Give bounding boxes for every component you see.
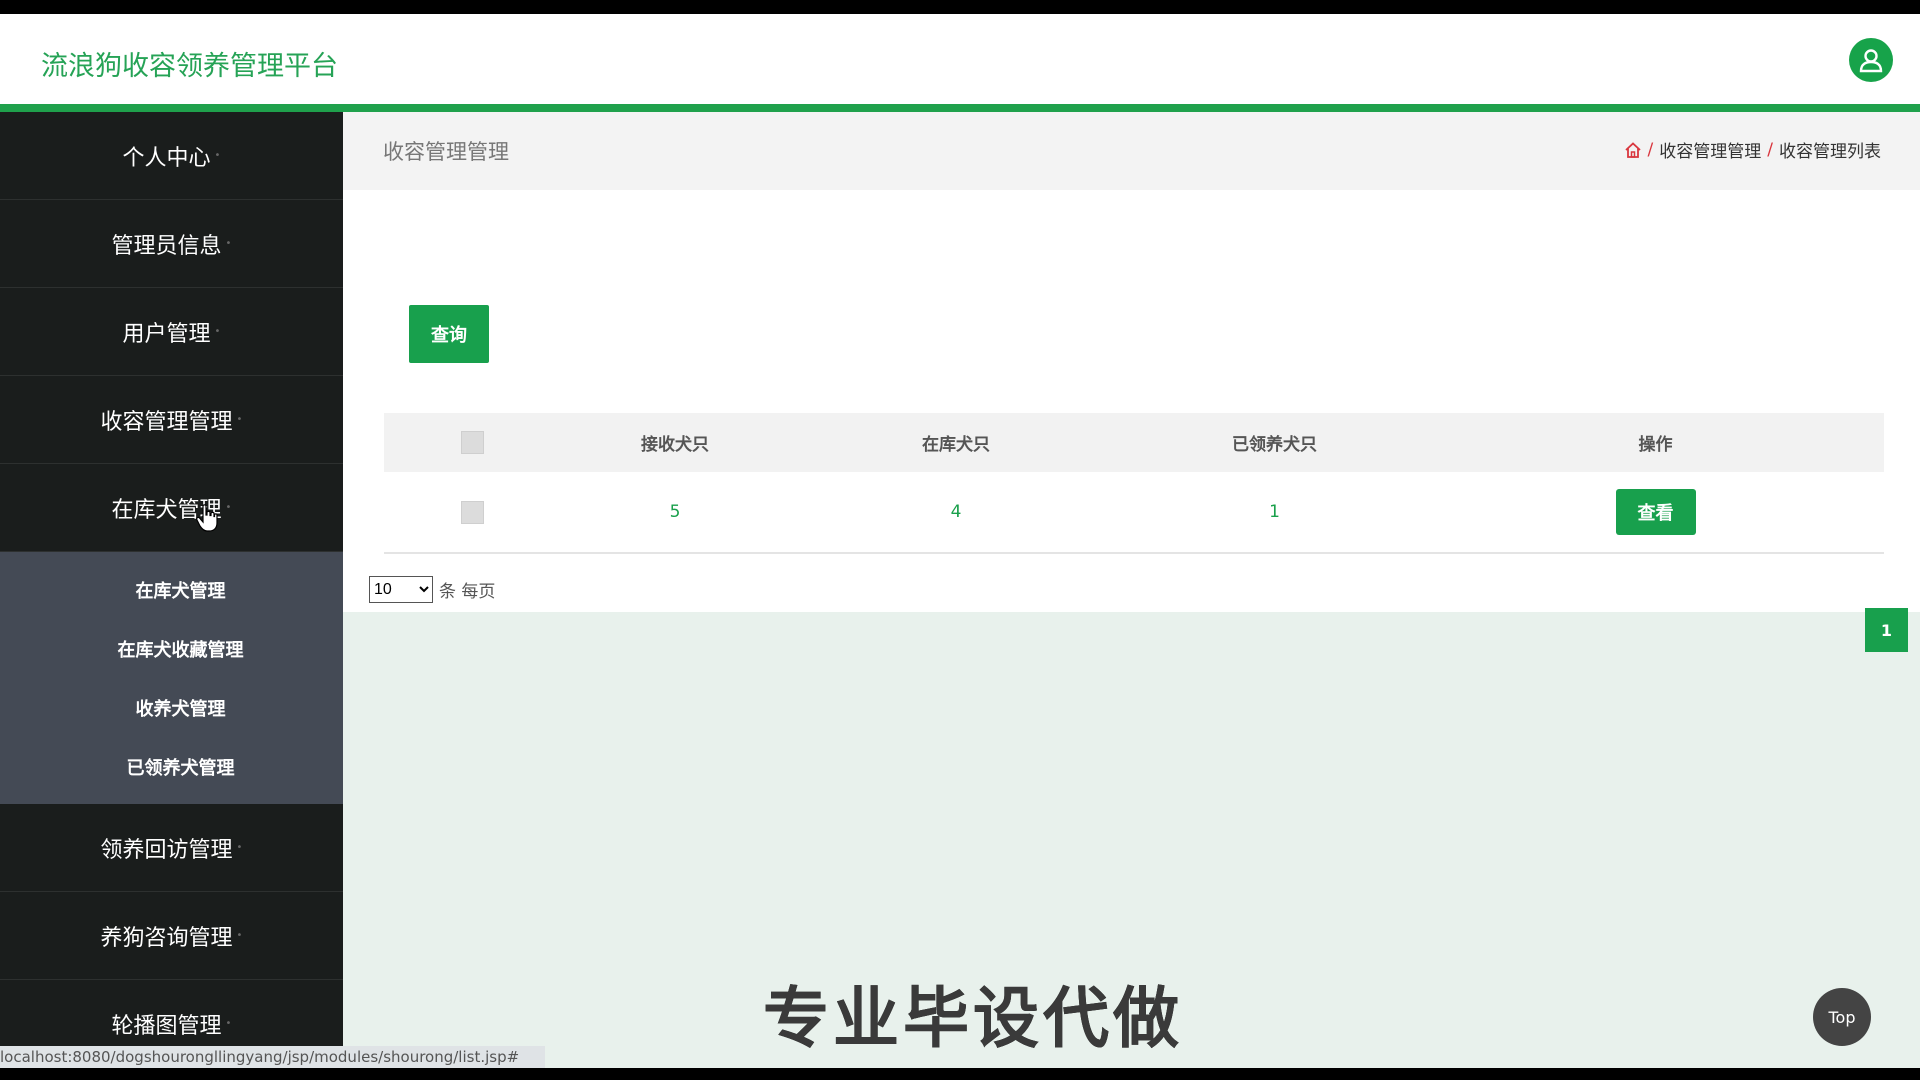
dot-marker: • [225, 502, 232, 513]
user-avatar-button[interactable] [1849, 38, 1893, 82]
page-header: 收容管理管理 / 收容管理管理 / 收容管理列表 [343, 112, 1920, 190]
home-icon[interactable] [1624, 141, 1642, 159]
sidebar-item-label: 收容管理管理 [100, 409, 233, 435]
dot-marker: • [236, 842, 243, 853]
submenu-item-in-stock-dogs[interactable]: 在库犬管理 [0, 560, 343, 619]
breadcrumb-item: 收容管理列表 [1779, 142, 1881, 162]
submenu-item-fostered-dogs[interactable]: 收养犬管理 [0, 678, 343, 737]
page-title: 收容管理管理 [383, 140, 509, 164]
column-header: 接收犬只 [641, 435, 709, 455]
user-icon [1859, 49, 1883, 73]
submenu-item-favorites[interactable]: 在库犬收藏管理 [0, 619, 343, 678]
submenu-item-adopted-dogs[interactable]: 已领养犬管理 [0, 737, 343, 796]
sidebar-item-label: 领养回访管理 [100, 837, 233, 863]
app-title: 流浪狗收容领养管理平台 [41, 51, 338, 82]
dot-marker: • [225, 1018, 232, 1029]
page-size-control: 10 条 每页 [369, 576, 495, 603]
sidebar-item-user-management[interactable]: 用户管理 • [0, 288, 343, 376]
page-size-label: 条 每页 [439, 582, 496, 602]
pagination-page-1[interactable]: 1 [1865, 608, 1908, 652]
row-checkbox-cell [384, 500, 560, 524]
dot-marker: • [225, 238, 232, 249]
main-area: 收容管理管理 / 收容管理管理 / 收容管理列表 查询 接收犬只 在库犬只 已领… [343, 112, 1920, 1068]
browser-status-url: localhost:8080/dogshourongllingyang/jsp/… [0, 1046, 545, 1068]
in-stock-count: 4 [950, 502, 962, 522]
screen-bottom-band [0, 1068, 1920, 1080]
hand-cursor-icon [196, 504, 218, 532]
breadcrumb: / 收容管理管理 / 收容管理列表 [1624, 137, 1881, 162]
sidebar-item-admin-info[interactable]: 管理员信息 • [0, 200, 343, 288]
query-button[interactable]: 查询 [409, 305, 489, 363]
sidebar-item-shelter-management[interactable]: 收容管理管理 • [0, 376, 343, 464]
sidebar-item-in-stock-dogs[interactable]: 在库犬管理 • [0, 464, 343, 552]
sidebar-item-label: 养狗咨询管理 [100, 925, 233, 951]
column-header: 在库犬只 [922, 435, 990, 455]
dot-marker: • [236, 414, 243, 425]
column-header: 已领养犬只 [1232, 435, 1317, 455]
breadcrumb-item[interactable]: 收容管理管理 [1659, 137, 1761, 162]
view-button[interactable]: 查看 [1615, 489, 1696, 535]
select-all-checkbox[interactable] [460, 431, 484, 454]
sidebar-item-dog-consulting[interactable]: 养狗咨询管理 • [0, 892, 343, 980]
row-checkbox[interactable] [460, 500, 484, 524]
sidebar-submenu: 在库犬管理 在库犬收藏管理 收养犬管理 已领养犬管理 [0, 552, 343, 804]
content-panel: 查询 接收犬只 在库犬只 已领养犬只 操作 5 4 1 查看 10 条 每页 1 [343, 190, 1920, 652]
received-count: 5 [669, 502, 681, 522]
header-checkbox-cell [384, 431, 560, 454]
breadcrumb-separator: / [1767, 139, 1773, 160]
sidebar-item-label: 个人中心 [122, 145, 211, 171]
dot-marker: • [214, 150, 221, 161]
breadcrumb-separator: / [1647, 139, 1654, 160]
watermark-text: 专业毕设代做 [763, 980, 1183, 1057]
dot-marker: • [214, 326, 221, 337]
table-row: 5 4 1 查看 [384, 472, 1884, 552]
data-table: 接收犬只 在库犬只 已领养犬只 操作 5 4 1 查看 [384, 413, 1884, 554]
sidebar-item-label: 用户管理 [122, 321, 211, 347]
top-header: 流浪狗收容领养管理平台 [0, 14, 1920, 106]
action-cell: 查看 [1427, 489, 1884, 535]
page-size-select[interactable]: 10 [369, 576, 433, 603]
table-header: 接收犬只 在库犬只 已领养犬只 操作 [384, 413, 1884, 472]
sidebar-item-adoption-followup[interactable]: 领养回访管理 • [0, 804, 343, 892]
sidebar-item-label: 轮播图管理 [111, 1013, 222, 1039]
sidebar-item-personal-center[interactable]: 个人中心 • [0, 112, 343, 200]
adopted-count: 1 [1269, 502, 1280, 522]
dot-marker: • [236, 930, 243, 941]
header-accent-line [0, 104, 1920, 112]
column-header: 操作 [1638, 435, 1673, 455]
sidebar: 个人中心 • 管理员信息 • 用户管理 • 收容管理管理 • 在库犬管理 • 在库犬管理 … [0, 112, 343, 1068]
sidebar-item-label: 管理员信息 [111, 233, 222, 259]
back-to-top-button[interactable]: Top [1813, 988, 1871, 1046]
